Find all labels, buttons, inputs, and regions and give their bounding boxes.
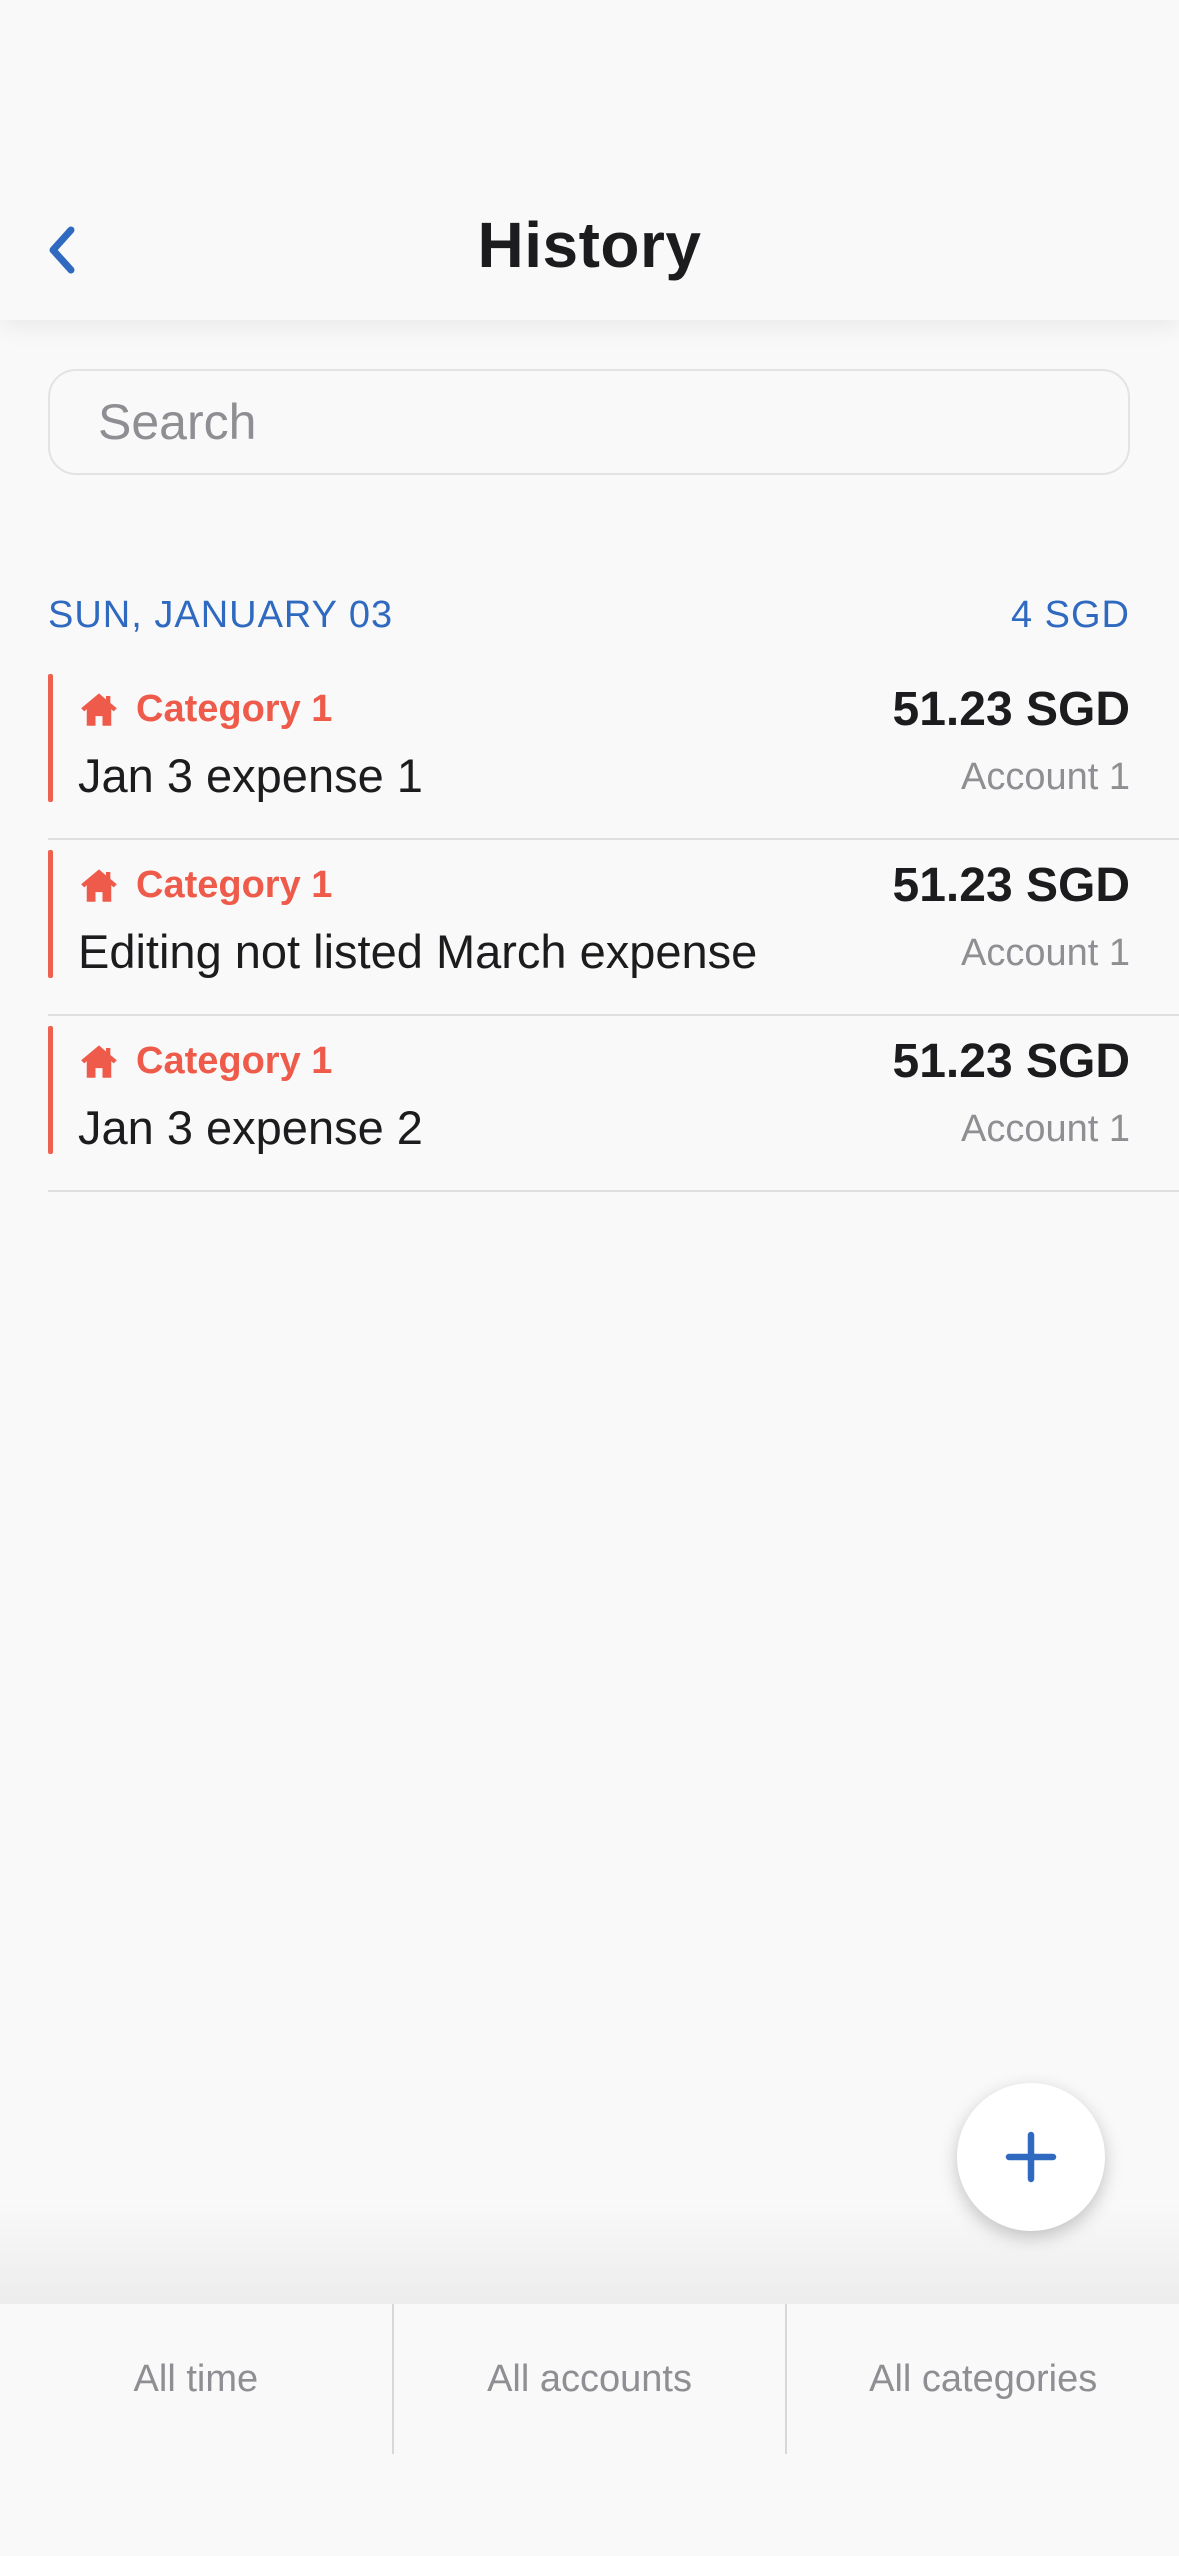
category-label: Category 1 bbox=[136, 864, 333, 906]
plus-icon bbox=[1005, 2131, 1057, 2183]
add-transaction-button[interactable] bbox=[957, 2083, 1105, 2231]
transaction-row[interactable]: Category 1 Jan 3 expense 2 51.23 SGD Acc… bbox=[48, 1016, 1179, 1192]
transaction-account: Account 1 bbox=[961, 1108, 1130, 1150]
home-icon bbox=[81, 1044, 117, 1078]
transaction-account: Account 1 bbox=[961, 756, 1130, 798]
date-section-header: SUN, JANUARY 03 4 SGD bbox=[48, 590, 1130, 640]
transaction-list: Category 1 Jan 3 expense 1 51.23 SGD Acc… bbox=[48, 664, 1179, 1192]
filter-time-button[interactable]: All time bbox=[0, 2304, 392, 2454]
filter-accounts-button[interactable]: All accounts bbox=[391, 2304, 786, 2454]
transaction-category: Category 1 bbox=[78, 864, 332, 907]
home-icon bbox=[81, 868, 117, 902]
navigation-header: History bbox=[0, 0, 1179, 320]
transaction-name: Jan 3 expense 1 bbox=[78, 749, 423, 802]
home-icon bbox=[81, 692, 117, 726]
section-date: SUN, JANUARY 03 bbox=[48, 593, 394, 636]
transaction-amount: 51.23 SGD bbox=[892, 1035, 1130, 1088]
page-title: History bbox=[477, 209, 702, 281]
transaction-amount: 51.23 SGD bbox=[892, 859, 1130, 912]
transaction-row[interactable]: Category 1 Jan 3 expense 1 51.23 SGD Acc… bbox=[48, 664, 1179, 840]
transaction-category: Category 1 bbox=[78, 688, 332, 731]
transaction-account: Account 1 bbox=[961, 932, 1130, 974]
category-color-bar bbox=[48, 1026, 53, 1154]
category-label: Category 1 bbox=[136, 1040, 333, 1082]
transaction-amount: 51.23 SGD bbox=[892, 683, 1130, 736]
filter-bar: All time All accounts All categories bbox=[0, 2304, 1179, 2454]
category-color-bar bbox=[48, 674, 53, 802]
search-field[interactable] bbox=[48, 369, 1130, 475]
transaction-name: Jan 3 expense 2 bbox=[78, 1101, 423, 1154]
transaction-row[interactable]: Category 1 Editing not listed March expe… bbox=[48, 840, 1179, 1016]
search-input[interactable] bbox=[50, 371, 1128, 473]
transaction-name: Editing not listed March expense bbox=[78, 925, 758, 978]
category-color-bar bbox=[48, 850, 53, 978]
filter-categories-button[interactable]: All categories bbox=[785, 2304, 1179, 2454]
category-label: Category 1 bbox=[136, 688, 333, 730]
section-total: 4 SGD bbox=[1010, 593, 1130, 636]
transaction-category: Category 1 bbox=[78, 1040, 332, 1083]
